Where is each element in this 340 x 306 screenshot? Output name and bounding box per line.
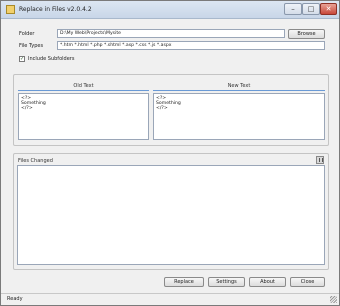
files-changed-list[interactable]: [17, 165, 325, 265]
app-icon: [6, 5, 15, 14]
replace-button[interactable]: Replace: [164, 277, 204, 287]
folder-label: Folder: [19, 31, 35, 37]
old-text-input[interactable]: <?> Something </?>: [18, 93, 149, 140]
status-text: Ready: [7, 296, 23, 302]
window-title: Replace in Files v2.0.4.2: [19, 6, 92, 13]
about-button[interactable]: About: [249, 277, 286, 287]
minimize-button[interactable]: –: [284, 3, 302, 15]
status-bar: Ready: [1, 293, 339, 305]
old-text-header: Old Text: [18, 81, 149, 91]
close-window-button[interactable]: ✕: [320, 3, 337, 15]
include-subfolders-checkbox[interactable]: ✓: [19, 56, 25, 62]
file-types-input[interactable]: *.htm *.html *.php *.shtml *.asp *.css *…: [57, 41, 325, 50]
new-text-header: New Text: [153, 81, 325, 91]
close-button[interactable]: Close: [290, 277, 325, 287]
file-types-label: File Types: [19, 43, 44, 49]
browse-button[interactable]: Browse: [288, 29, 325, 39]
clear-log-icon[interactable]: [316, 156, 324, 164]
files-changed-label: Files Changed: [18, 158, 53, 164]
include-subfolders-label: Include Subfolders: [28, 56, 75, 62]
app-window: Replace in Files v2.0.4.2 – □ ✕ Folder D…: [0, 0, 340, 306]
title-bar[interactable]: Replace in Files v2.0.4.2 – □ ✕: [1, 1, 339, 19]
maximize-button[interactable]: □: [302, 3, 320, 15]
settings-button[interactable]: Settings: [208, 277, 245, 287]
new-text-input[interactable]: <?> Something </?>: [153, 93, 325, 140]
resize-grip-icon[interactable]: [330, 296, 337, 303]
folder-input[interactable]: D:\My Web\Projects\Mysite: [57, 29, 285, 38]
